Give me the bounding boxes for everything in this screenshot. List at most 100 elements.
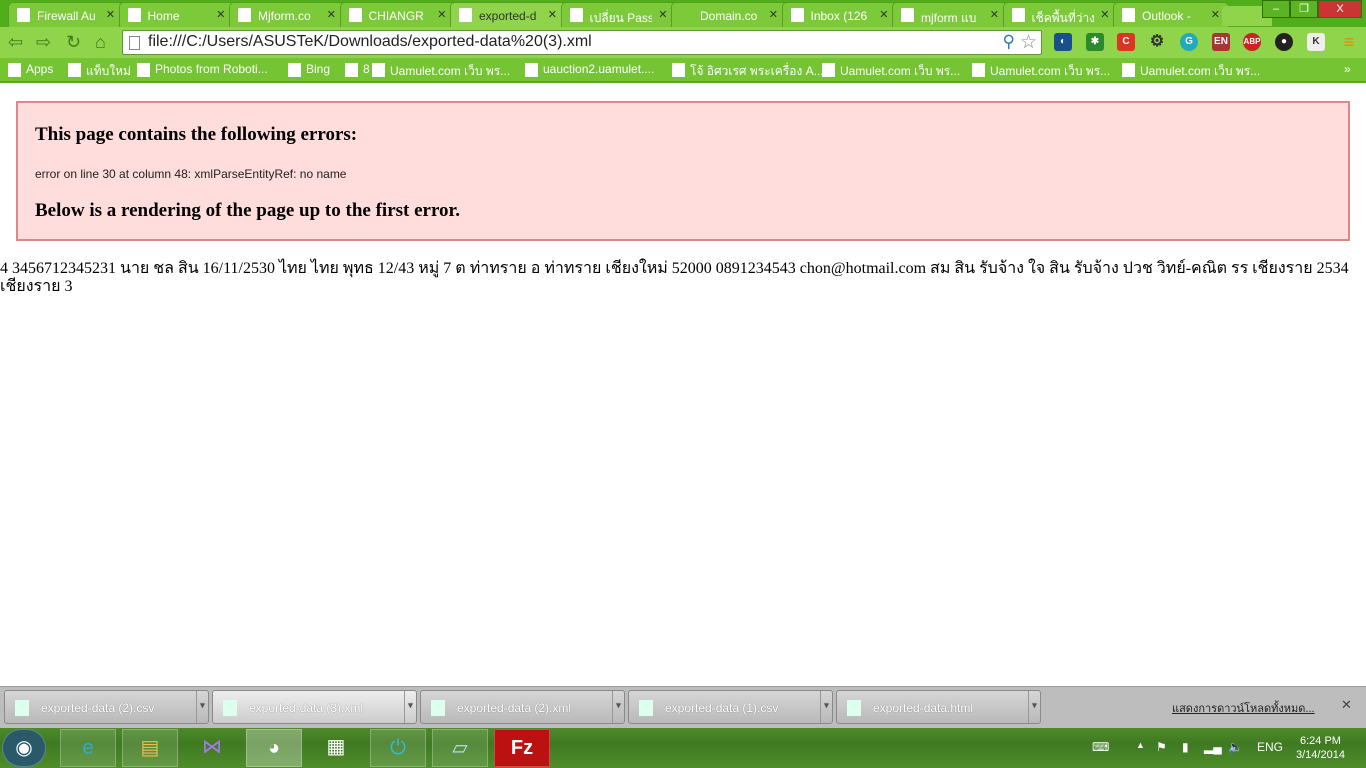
tab[interactable]: เช็คพื้นที่ว่าง ✕ — [1002, 2, 1119, 27]
taskbar: ◉ e ▤ ⋈ ◕ ▦ ⏻ ▱ Fz ⌨ ▲ ⚑ ▮ ▂▄ 🔈 ENG 6:24… — [0, 728, 1366, 768]
bookmark-item[interactable]: uauction2.uamulet.... — [525, 62, 654, 77]
show-all-downloads-link[interactable]: แสดงการดาวน์โหลดทั้งหมด... — [1172, 699, 1315, 717]
tab[interactable]: Mjform.co ✕ — [229, 2, 345, 27]
close-tab-icon[interactable]: ✕ — [216, 8, 225, 21]
tab[interactable]: CHIANGR ✕ — [339, 2, 456, 27]
bookmark-favicon-icon — [137, 63, 150, 77]
extension-icon[interactable]: ◐ — [1054, 33, 1072, 51]
download-menu-arrow-icon[interactable]: ▼ — [196, 691, 208, 723]
close-tab-icon[interactable]: ✕ — [437, 8, 446, 21]
close-tab-icon[interactable]: ✕ — [106, 8, 115, 21]
toolbar: ⇦ ⇨ ↻ ⌂ file:///C:/Users/ASUSTeK/Downloa… — [0, 27, 1366, 58]
bookmark-item[interactable]: โจ้ อิศวเรศ พระเครื่อง A... — [672, 62, 824, 81]
app-icon[interactable]: ⏻ — [370, 729, 426, 767]
download-item[interactable]: exported-data (2).csv ▼ — [4, 690, 209, 724]
keyboard-icon[interactable]: ⌨ — [1092, 740, 1109, 754]
close-tab-icon[interactable]: ✕ — [1211, 8, 1220, 21]
download-menu-arrow-icon[interactable]: ▼ — [820, 691, 832, 723]
close-tab-icon[interactable]: ✕ — [548, 8, 557, 21]
adblock-icon[interactable]: ABP — [1243, 33, 1261, 51]
tab[interactable]: Firewall Au ✕ — [8, 2, 124, 27]
home-icon[interactable]: ⌂ — [95, 32, 106, 53]
battery-icon[interactable]: ▮ — [1182, 740, 1189, 754]
chrome-icon[interactable]: ◕ — [246, 729, 302, 767]
joomla-icon — [569, 8, 583, 22]
c-extension-icon[interactable]: C — [1117, 33, 1135, 51]
rendered-xml-text: 4 3456712345231 นาย ชล สิน 16/11/2530 ไท… — [0, 260, 1349, 295]
menu-icon[interactable]: ≡ — [1340, 33, 1358, 51]
bookmark-star-icon[interactable]: ☆ — [1020, 31, 1037, 54]
bookmark-favicon-icon — [288, 63, 301, 77]
bookmark-favicon-icon — [1122, 63, 1135, 77]
close-shelf-icon[interactable]: ✕ — [1341, 697, 1352, 713]
download-menu-arrow-icon[interactable]: ▼ — [404, 691, 416, 723]
start-button[interactable]: ◉ — [2, 729, 46, 767]
bookmark-favicon-icon — [345, 63, 358, 77]
tab[interactable]: Domain.co ✕ — [671, 2, 787, 27]
bookmark-item[interactable]: Uamulet.com เว็บ พร... — [372, 62, 510, 81]
download-menu-arrow-icon[interactable]: ▼ — [612, 691, 624, 723]
clock[interactable]: 6:24 PM 3/14/2014 — [1296, 734, 1345, 762]
download-menu-arrow-icon[interactable]: ▼ — [1028, 691, 1040, 723]
tab[interactable]: mjform แบ ✕ — [892, 2, 1008, 27]
grammarly-icon[interactable]: G — [1180, 33, 1198, 51]
bookmark-item[interactable]: แท็บใหม่ — [68, 62, 131, 81]
download-item[interactable]: exported-data (1).csv ▼ — [628, 690, 833, 724]
bookmark-item[interactable]: Uamulet.com เว็บ พร... — [1122, 62, 1260, 81]
bookmark-item[interactable]: Uamulet.com เว็บ พร... — [972, 62, 1110, 81]
file-explorer-icon[interactable]: ▤ — [122, 729, 178, 767]
bookmarks-more-button[interactable]: » — [1344, 62, 1351, 76]
tab[interactable]: Home ✕ — [118, 2, 235, 27]
url-text[interactable]: file:///C:/Users/ASUSTeK/Downloads/expor… — [148, 33, 592, 50]
download-shelf: exported-data (2).csv ▼ exported-data (3).… — [0, 686, 1366, 728]
notepad-icon[interactable]: ▱ — [432, 729, 488, 767]
gmail-icon — [790, 8, 804, 22]
download-item[interactable]: exported-data (2).xml ▼ — [420, 690, 625, 724]
k-extension-icon[interactable]: K — [1307, 33, 1325, 51]
reload-icon[interactable]: ↻ — [66, 32, 81, 53]
show-hidden-icons[interactable]: ▲ — [1136, 740, 1145, 750]
apps-grid-icon[interactable]: ▦ — [308, 729, 364, 767]
bookmark-item[interactable]: Photos from Roboti... — [137, 62, 268, 77]
ie-icon[interactable]: e — [60, 729, 116, 767]
flag-icon[interactable]: ⚑ — [1156, 740, 1167, 754]
gear-icon[interactable]: ⚙ — [1148, 33, 1166, 51]
bug-extension-icon[interactable]: ✱ — [1086, 33, 1104, 51]
address-bar[interactable]: file:///C:/Users/ASUSTeK/Downloads/expor… — [122, 30, 1042, 55]
bookmark-favicon-icon — [672, 63, 685, 77]
restore-button[interactable]: ❐ — [1290, 0, 1318, 18]
excel-icon — [15, 700, 29, 716]
bookmark-favicon-icon — [68, 63, 81, 77]
tab[interactable]: Inbox (126 ✕ — [781, 2, 898, 27]
close-window-button[interactable]: X — [1318, 0, 1362, 18]
language-indicator[interactable]: ENG — [1257, 740, 1283, 754]
close-tab-icon[interactable]: ✕ — [327, 8, 336, 21]
visual-studio-icon[interactable]: ⋈ — [184, 729, 240, 767]
bookmark-item[interactable]: 8 — [345, 62, 370, 77]
outlook-icon — [1122, 8, 1135, 22]
close-tab-icon[interactable]: ✕ — [879, 8, 888, 21]
volume-icon[interactable]: 🔈 — [1228, 740, 1243, 754]
filezilla-icon[interactable]: Fz — [494, 729, 550, 767]
network-icon[interactable]: ▂▄ — [1204, 740, 1222, 754]
close-tab-icon[interactable]: ✕ — [658, 8, 667, 21]
translate-extension-icon[interactable]: EN — [1212, 33, 1230, 51]
forward-icon[interactable]: ⇨ — [36, 32, 51, 53]
tab[interactable]: เปลี่ยน Pass ✕ — [560, 2, 677, 27]
back-icon[interactable]: ⇦ — [8, 32, 23, 53]
tab[interactable]: Outlook - ✕ — [1113, 2, 1229, 27]
error-message: error on line 30 at column 48: xmlParseE… — [35, 167, 347, 181]
camera-extension-icon[interactable]: ● — [1275, 33, 1293, 51]
bookmark-item[interactable]: Uamulet.com เว็บ พร... — [822, 62, 960, 81]
excel-icon — [639, 700, 653, 716]
close-tab-icon[interactable]: ✕ — [1100, 8, 1109, 21]
translate-icon[interactable]: ⚲ — [1003, 32, 1015, 52]
tab[interactable]: exported-d ✕ — [450, 2, 566, 27]
close-tab-icon[interactable]: ✕ — [990, 8, 999, 21]
minimize-button[interactable]: – — [1262, 0, 1290, 18]
close-tab-icon[interactable]: ✕ — [769, 8, 778, 21]
download-item[interactable]: exported-data (3).xml ▼ — [212, 690, 417, 724]
bookmark-item[interactable]: Bing — [288, 62, 330, 77]
download-item[interactable]: exported-data.html ▼ — [836, 690, 1041, 724]
bookmark-item[interactable]: Apps — [8, 62, 53, 77]
